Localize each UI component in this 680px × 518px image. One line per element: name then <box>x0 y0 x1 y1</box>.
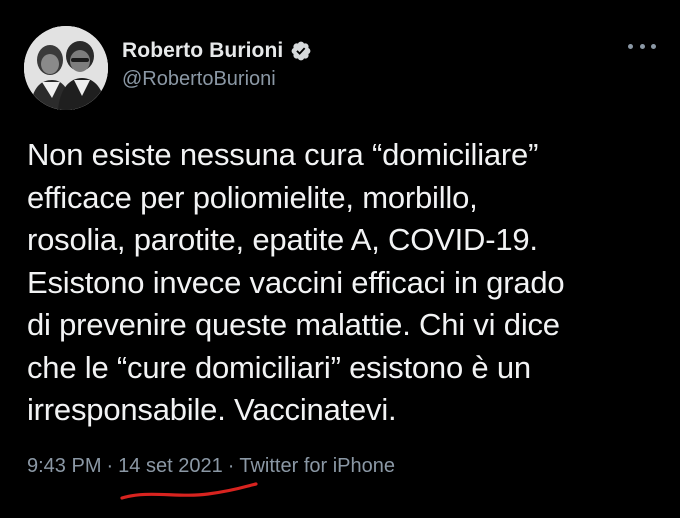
red-underline-annotation <box>120 482 258 500</box>
tweet-line: Non esiste nessuna cura “domiciliare” <box>27 137 539 172</box>
display-name[interactable]: Roberto Burioni <box>122 39 283 63</box>
tweet-line: rosolia, parotite, epatite A, COVID-19. <box>27 222 538 257</box>
avatar-photo <box>24 26 108 110</box>
tweet-line: che le “cure domiciliari” esistono è un <box>27 349 531 385</box>
separator: · <box>227 455 235 477</box>
tweet-line: efficace per poliomielite, morbillo, <box>27 179 478 215</box>
tweet-line: di prevenire queste malattie. Chi vi dic… <box>27 307 560 342</box>
tweet-text: Non esiste nessuna cura “domiciliare” ef… <box>27 134 657 432</box>
tweet-line: irresponsabile. Vaccinatevi. <box>27 392 397 427</box>
avatar[interactable] <box>24 26 108 110</box>
separator: · <box>106 455 114 477</box>
user-handle[interactable]: @RobertoBurioni <box>122 68 312 91</box>
tweet-line: Esistono invece vaccini efficaci in grad… <box>27 264 565 300</box>
verified-badge-icon <box>290 40 312 62</box>
tweet-metadata: 9:43 PM · 14 set 2021 · Twitter for iPhone <box>27 455 395 478</box>
dot <box>651 43 656 49</box>
user-info: Roberto Burioni @RobertoBurioni <box>122 38 312 91</box>
tweet-card: Roberto Burioni @RobertoBurioni Non esis… <box>0 0 680 518</box>
tweet-source[interactable]: Twitter for iPhone <box>239 455 395 477</box>
name-row: Roberto Burioni <box>122 38 312 64</box>
tweet-date[interactable]: 14 set 2021 <box>118 455 223 477</box>
dot <box>628 43 633 49</box>
dot <box>639 43 645 49</box>
tweet-time[interactable]: 9:43 PM <box>27 455 101 477</box>
more-options-icon[interactable] <box>628 36 656 56</box>
